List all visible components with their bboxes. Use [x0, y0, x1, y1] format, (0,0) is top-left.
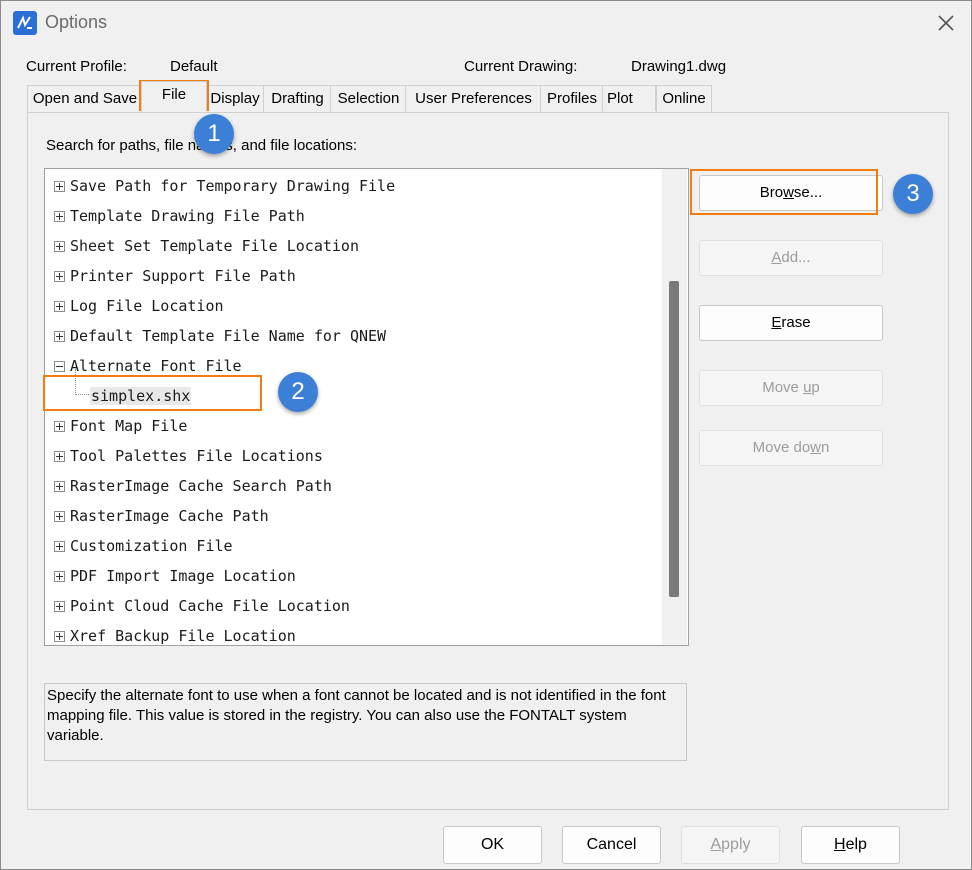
move-up-button[interactable]: Move up	[699, 370, 883, 406]
tree-item[interactable]: Customization File	[45, 531, 660, 561]
scrollbar-thumb[interactable]	[669, 281, 679, 597]
tree-item[interactable]: Save Path for Temporary Drawing File	[45, 171, 660, 201]
current-profile-value: Default	[170, 58, 218, 75]
window-title: Options	[45, 12, 108, 32]
tree-item[interactable]: Template Drawing File Path	[45, 201, 660, 231]
expand-plus-icon[interactable]	[54, 631, 65, 642]
tree-item[interactable]: RasterImage Cache Path	[45, 501, 660, 531]
tab-user-preferences[interactable]: User Preferences	[405, 85, 542, 112]
tree-item-alternate-font-file[interactable]: Alternate Font File	[45, 351, 660, 381]
erase-button[interactable]: Erase	[699, 305, 883, 341]
expand-plus-icon[interactable]	[54, 241, 65, 252]
tree-item[interactable]: Tool Palettes File Locations	[45, 441, 660, 471]
tree-item[interactable]: Sheet Set Template File Location	[45, 231, 660, 261]
step-badge-3: 3	[893, 174, 933, 214]
tree-item[interactable]: Default Template File Name for QNEW	[45, 321, 660, 351]
expand-plus-icon[interactable]	[54, 181, 65, 192]
tab-file[interactable]: File	[141, 81, 207, 112]
expand-plus-icon[interactable]	[54, 601, 65, 612]
move-down-button[interactable]: Move down	[699, 430, 883, 466]
close-icon[interactable]	[931, 9, 961, 37]
expand-plus-icon[interactable]	[54, 481, 65, 492]
cancel-button[interactable]: Cancel	[562, 826, 661, 864]
current-drawing-label: Current Drawing:	[464, 58, 578, 75]
tree-item[interactable]: RasterImage Cache Search Path	[45, 471, 660, 501]
tree-item-simplex-shx[interactable]: simplex.shx	[45, 381, 660, 411]
tree-scrollbar[interactable]	[662, 169, 687, 645]
ok-button[interactable]: OK	[443, 826, 542, 864]
collapse-minus-icon[interactable]	[54, 361, 65, 372]
expand-plus-icon[interactable]	[54, 271, 65, 282]
step-badge-2: 2	[278, 372, 318, 412]
app-logo-icon	[13, 11, 37, 35]
help-button[interactable]: Help	[801, 826, 900, 864]
expand-plus-icon[interactable]	[54, 301, 65, 312]
expand-plus-icon[interactable]	[54, 541, 65, 552]
tree-item[interactable]: Log File Location	[45, 291, 660, 321]
tab-online[interactable]: Online	[656, 85, 712, 112]
expand-plus-icon[interactable]	[54, 421, 65, 432]
apply-button[interactable]: Apply	[681, 826, 780, 864]
tab-plot[interactable]: Plot	[602, 85, 656, 111]
options-dialog: Options Current Profile: Default Current…	[0, 0, 972, 870]
current-profile-label: Current Profile:	[26, 58, 127, 75]
expand-plus-icon[interactable]	[54, 331, 65, 342]
file-locations-tree[interactable]: Save Path for Temporary Drawing File Tem…	[44, 168, 689, 646]
tree-item[interactable]: Font Map File	[45, 411, 660, 441]
tab-drafting[interactable]: Drafting	[263, 85, 332, 112]
tab-display[interactable]: Display	[205, 85, 265, 112]
expand-plus-icon[interactable]	[54, 571, 65, 582]
step-badge-1: 1	[194, 114, 234, 154]
description-box: Specify the alternate font to use when a…	[44, 683, 687, 761]
current-drawing-value: Drawing1.dwg	[631, 58, 727, 75]
tree-item[interactable]: Xref Backup File Location	[45, 621, 660, 645]
browse-button[interactable]: Browse...	[699, 175, 883, 211]
expand-plus-icon[interactable]	[54, 511, 65, 522]
expand-plus-icon[interactable]	[54, 211, 65, 222]
tree-item[interactable]: Point Cloud Cache File Location	[45, 591, 660, 621]
title-bar: Options	[1, 1, 971, 45]
tab-profiles[interactable]: Profiles	[540, 85, 604, 112]
tab-open-and-save[interactable]: Open and Save	[27, 85, 143, 112]
tree-item[interactable]: Printer Support File Path	[45, 261, 660, 291]
tab-selection[interactable]: Selection	[330, 85, 407, 112]
tree-item[interactable]: PDF Import Image Location	[45, 561, 660, 591]
expand-plus-icon[interactable]	[54, 451, 65, 462]
add-button[interactable]: Add...	[699, 240, 883, 276]
